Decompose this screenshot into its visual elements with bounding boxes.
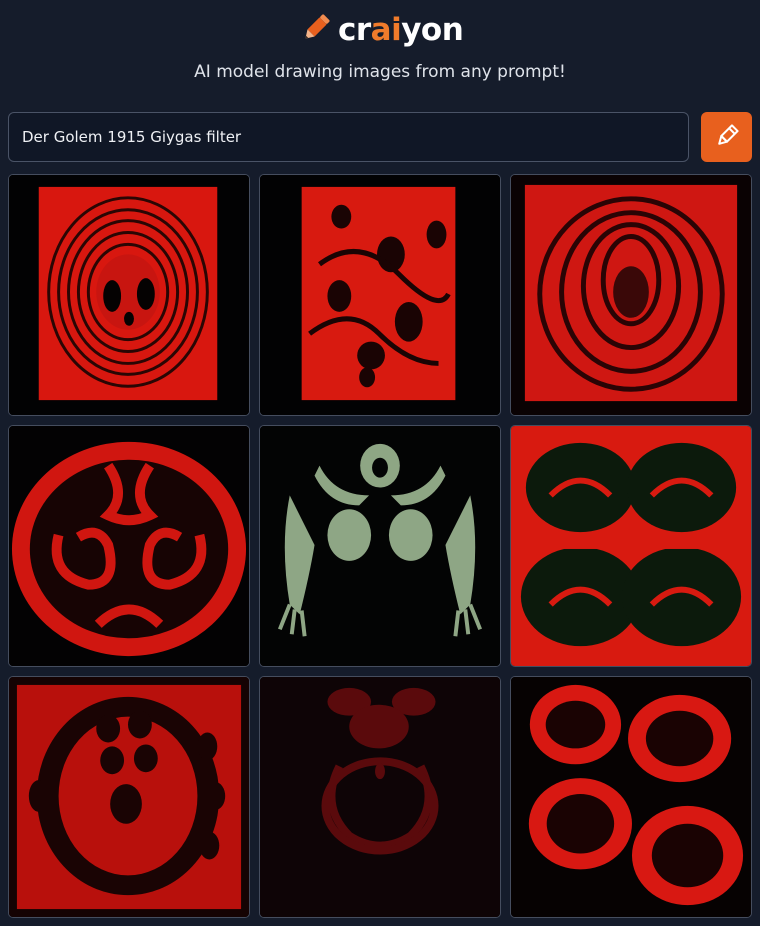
logo-wordmark: craiyon xyxy=(338,12,464,48)
header: craiyon AI model drawing images from any… xyxy=(0,0,760,100)
pencil-icon xyxy=(298,10,334,50)
prompt-input[interactable] xyxy=(8,112,689,162)
craiyon-logo[interactable]: craiyon xyxy=(298,10,464,50)
generated-image-3[interactable] xyxy=(510,174,752,416)
pencil-icon xyxy=(713,122,741,153)
generated-image-8[interactable] xyxy=(259,676,501,918)
generated-image-7[interactable] xyxy=(8,676,250,918)
generated-image-4[interactable] xyxy=(8,425,250,667)
generated-image-9[interactable] xyxy=(510,676,752,918)
generated-image-5[interactable] xyxy=(259,425,501,667)
tagline: AI model drawing images from any prompt! xyxy=(194,62,566,82)
generated-image-2[interactable] xyxy=(259,174,501,416)
generated-image-6[interactable] xyxy=(510,425,752,667)
draw-button[interactable] xyxy=(701,112,752,162)
generated-image-1[interactable] xyxy=(8,174,250,416)
